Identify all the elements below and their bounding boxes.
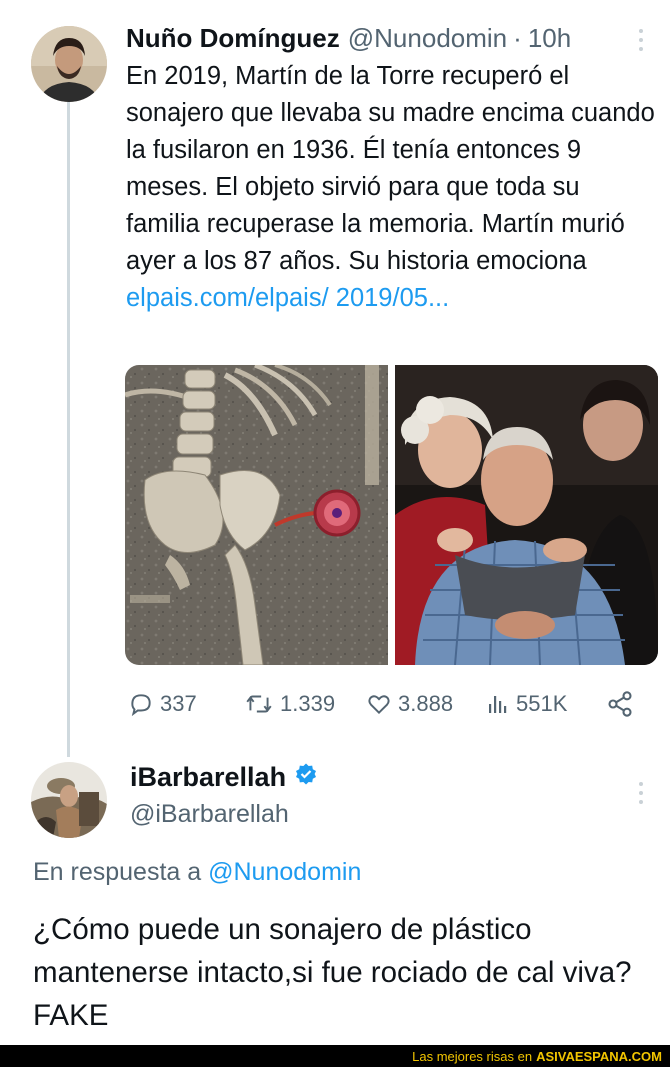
reply-count: 337 bbox=[160, 691, 197, 716]
tweet-action-bar: 337 1.339 3.888 551K bbox=[126, 686, 646, 722]
more-icon[interactable] bbox=[636, 29, 646, 51]
views-icon bbox=[486, 691, 510, 717]
share-button[interactable] bbox=[606, 686, 634, 722]
reply-icon bbox=[128, 691, 154, 717]
footer-text: Las mejores risas en bbox=[412, 1048, 533, 1064]
author-name[interactable]: Nuño Domínguez bbox=[126, 22, 340, 54]
tweet-header: Nuño Domínguez @Nunodomin · 10h bbox=[126, 22, 571, 54]
reply-author-name[interactable]: iBarbarellah bbox=[130, 762, 286, 793]
reply-prefix: En respuesta a bbox=[33, 858, 202, 886]
tweet-timestamp[interactable]: 10h bbox=[528, 22, 571, 54]
tweet-text-content: En 2019, Martín de la Torre recuperó el … bbox=[126, 62, 655, 275]
author-handle[interactable]: @Nunodomin bbox=[348, 22, 507, 54]
like-button[interactable]: 3.888 bbox=[366, 686, 453, 722]
reply-author-handle[interactable]: @iBarbarellah bbox=[130, 800, 289, 829]
retweet-button[interactable]: 1.339 bbox=[244, 686, 335, 722]
like-icon bbox=[366, 691, 392, 717]
like-count: 3.888 bbox=[398, 691, 454, 716]
reply-mention-link[interactable]: @Nunodomin bbox=[208, 858, 361, 886]
thread-connector-line bbox=[67, 102, 70, 757]
retweet-count: 1.339 bbox=[280, 691, 336, 716]
watermark-footer: Las mejores risas en ASIVAESPANA.COM bbox=[0, 1045, 670, 1067]
separator-dot: · bbox=[513, 23, 522, 53]
tweet-text: En 2019, Martín de la Torre recuperó el … bbox=[126, 58, 656, 317]
verified-badge-icon bbox=[294, 762, 318, 793]
tweet-link[interactable]: elpais.com/elpais/ 2019/05... bbox=[126, 284, 449, 312]
views-count: 551K bbox=[516, 691, 568, 716]
reply-author-name-row: iBarbarellah bbox=[130, 762, 318, 793]
reply-author-avatar[interactable] bbox=[31, 762, 107, 838]
author-avatar[interactable] bbox=[31, 26, 107, 102]
share-icon bbox=[606, 690, 634, 718]
skeleton-photo[interactable] bbox=[125, 365, 388, 665]
footer-brand[interactable]: ASIVAESPANA.COM bbox=[536, 1049, 662, 1064]
family-photo[interactable] bbox=[395, 365, 658, 665]
reply-button[interactable]: 337 bbox=[128, 686, 197, 722]
more-icon[interactable] bbox=[636, 782, 646, 804]
views-button[interactable]: 551K bbox=[486, 686, 567, 722]
reply-context: En respuesta a @Nunodomin bbox=[33, 858, 361, 887]
reply-text: ¿Cómo puede un sonajero de plástico mant… bbox=[33, 913, 632, 1032]
retweet-icon bbox=[244, 691, 274, 717]
